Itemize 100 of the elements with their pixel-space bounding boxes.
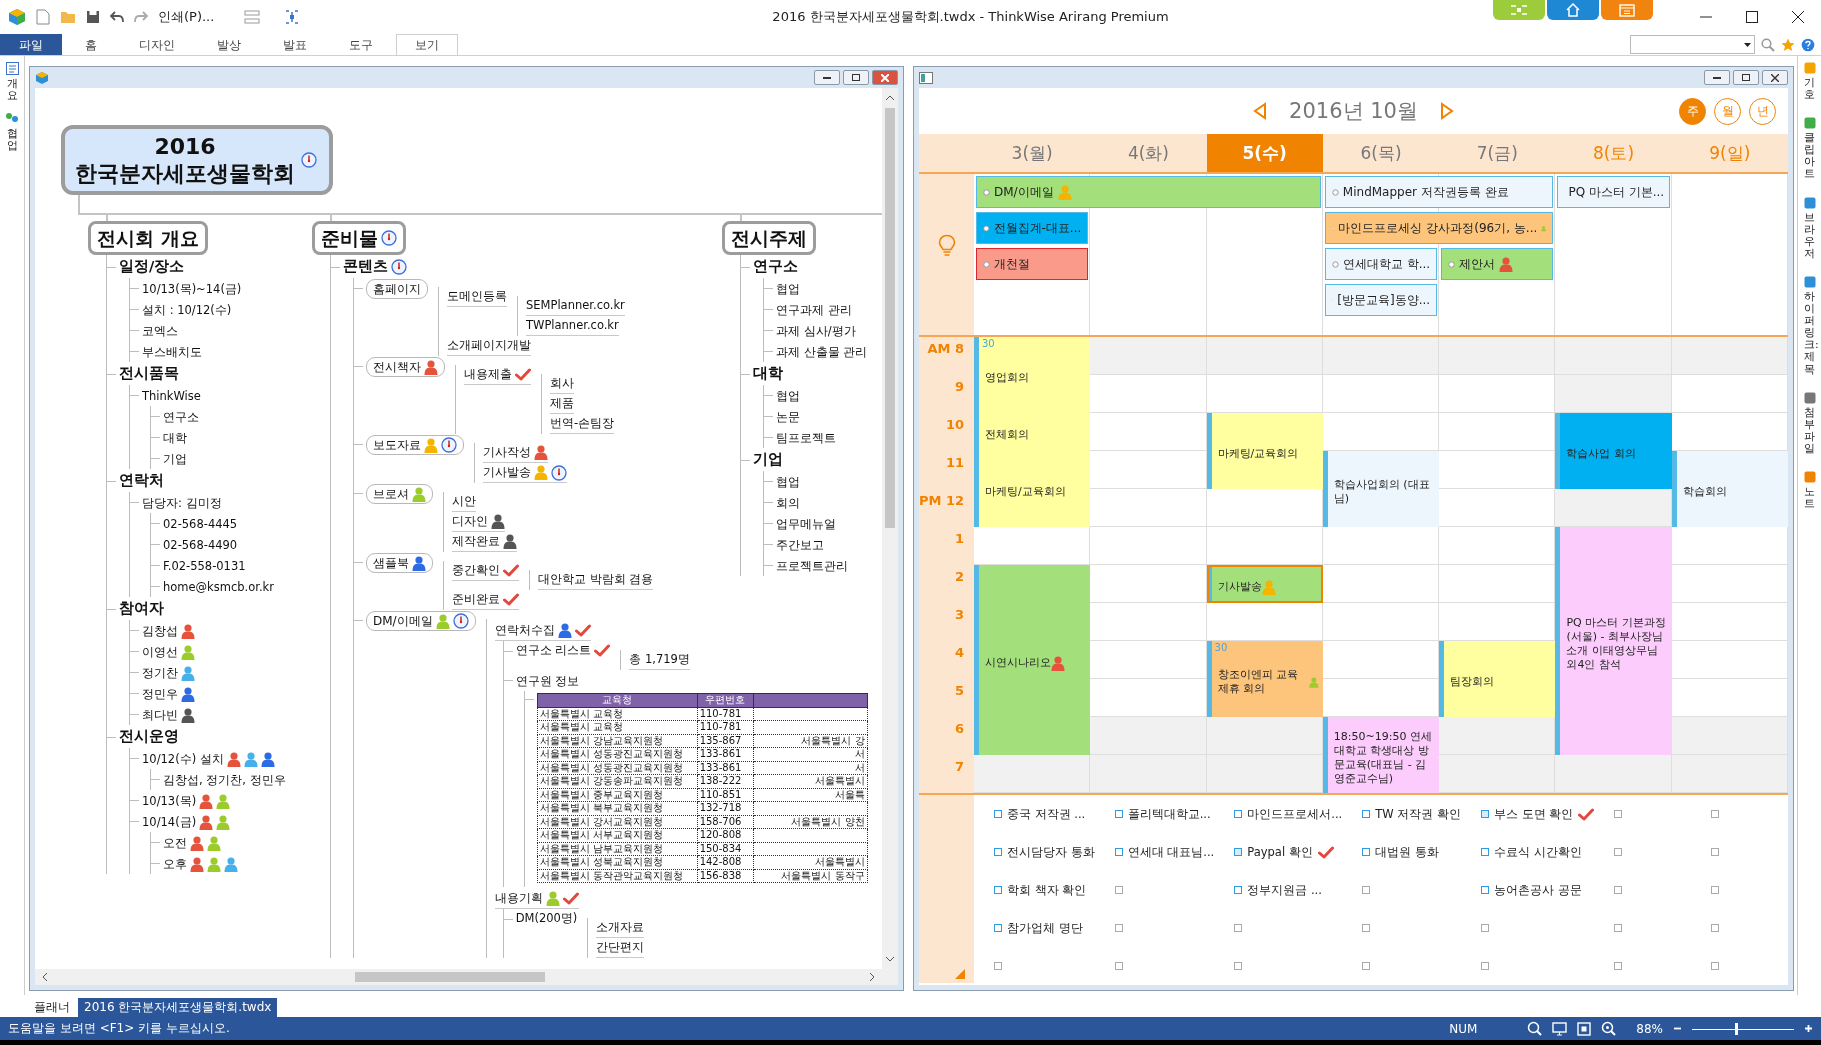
- node-label[interactable]: 과제 심사/평가: [776, 322, 856, 341]
- task-label[interactable]: 중국 저작권 ...: [1007, 806, 1086, 822]
- checkbox-icon[interactable]: [1711, 962, 1720, 970]
- zoom-slider[interactable]: [1692, 1022, 1794, 1035]
- monitor-icon[interactable]: [1552, 1021, 1568, 1036]
- all-day-event[interactable]: MindMapper 저작권등록 완료: [1324, 176, 1554, 208]
- topic-box[interactable]: 준비물: [312, 221, 406, 255]
- node-label[interactable]: 02-568-4445: [163, 515, 238, 534]
- node-label[interactable]: 협업: [776, 387, 800, 406]
- task-label[interactable]: 정부지원금 ...: [1247, 882, 1322, 898]
- node-label[interactable]: 번역-손팀장: [550, 414, 615, 433]
- node-label[interactable]: 연구소 리스트: [515, 641, 592, 660]
- document-tab[interactable]: 2016 한국분자세포생물학회.twdx: [78, 998, 278, 1017]
- node-label[interactable]: 주간보고: [776, 536, 824, 555]
- vertical-scrollbar[interactable]: [882, 88, 898, 969]
- node-label[interactable]: 대학: [163, 429, 187, 448]
- root-box[interactable]: 2016 한국분자세포생물학회: [61, 125, 333, 195]
- calendar-event[interactable]: 학습사업 회의: [1555, 413, 1672, 489]
- node-label[interactable]: 최다빈: [142, 706, 178, 725]
- save-icon[interactable]: [86, 10, 100, 24]
- node-label[interactable]: 일정/장소: [119, 255, 185, 278]
- task-label[interactable]: 대법원 통화: [1375, 844, 1439, 860]
- checkbox-icon[interactable]: [1234, 848, 1243, 856]
- scroll-thumb[interactable]: [355, 972, 545, 982]
- node-label[interactable]: 연구소: [753, 255, 798, 278]
- node-label[interactable]: 콘텐츠: [343, 255, 388, 278]
- node-label[interactable]: 총 1,719명: [629, 650, 690, 669]
- checkbox-icon[interactable]: [1234, 924, 1243, 932]
- node-label[interactable]: 협업: [776, 473, 800, 492]
- node-label[interactable]: 10/13(목)~14(금): [142, 280, 242, 299]
- node-label[interactable]: 정민우: [142, 685, 178, 704]
- arrow-down-icon[interactable]: [886, 955, 894, 963]
- restore-button[interactable]: [843, 70, 869, 85]
- topic-box[interactable]: 전시회 개요: [88, 221, 208, 255]
- checkbox-icon[interactable]: [1114, 962, 1123, 970]
- task-label[interactable]: 부스 도면 확인: [1493, 806, 1574, 822]
- node-label[interactable]: 코엑스: [142, 322, 178, 341]
- side-panel-tab[interactable]: 클립아트: [1803, 117, 1816, 181]
- restore-button[interactable]: [1733, 70, 1759, 85]
- fit-icon[interactable]: [1577, 1021, 1592, 1036]
- arrow-right-icon[interactable]: [868, 973, 876, 981]
- arrow-up-icon[interactable]: [886, 94, 894, 102]
- star-icon[interactable]: [1781, 37, 1795, 52]
- close-button[interactable]: [1762, 70, 1788, 85]
- all-day-event[interactable]: DM/이메일: [976, 176, 1321, 208]
- minimize-button[interactable]: [1704, 70, 1730, 85]
- day-header[interactable]: 7(금): [1439, 134, 1556, 172]
- calendar-event[interactable]: 팀장회의: [1439, 641, 1556, 717]
- calendar-event[interactable]: 18:50~19:50 연세대학교 학생대상 방문교육(대표님 - 김영준교수님): [1322, 717, 1440, 793]
- mindmap-view-button[interactable]: [1493, 0, 1545, 20]
- next-button[interactable]: [1439, 102, 1454, 120]
- node-label[interactable]: DM(200명): [515, 909, 578, 928]
- checkbox-icon[interactable]: [1480, 962, 1489, 970]
- node-label[interactable]: 디자인: [452, 512, 488, 531]
- checkbox-icon[interactable]: [1480, 848, 1489, 856]
- node-label[interactable]: 회사: [550, 374, 574, 393]
- node-label[interactable]: 대학: [753, 362, 783, 385]
- folder-icon[interactable]: [60, 10, 76, 24]
- checkbox-icon[interactable]: [1114, 810, 1123, 818]
- task-label[interactable]: 농어촌공사 공문: [1493, 882, 1582, 898]
- checkbox-icon[interactable]: [1480, 924, 1489, 932]
- checkbox-icon[interactable]: [1362, 848, 1371, 856]
- calendar-event[interactable]: 30 창조이엔피 교육 제휴 회의: [1206, 641, 1323, 717]
- checkbox-icon[interactable]: [1114, 886, 1123, 894]
- node-label[interactable]: 팀프로젝트: [776, 429, 836, 448]
- redo-icon[interactable]: [134, 11, 148, 23]
- node-label[interactable]: 프로젝트관리: [776, 557, 848, 576]
- all-day-event[interactable]: 전월집계-대표...: [976, 212, 1089, 244]
- node-label[interactable]: 10/12(수) 설치: [142, 750, 224, 769]
- node-label[interactable]: SEMPlanner.co.kr: [526, 296, 625, 315]
- node-label[interactable]: F.02-558-0131: [163, 557, 246, 576]
- node-label[interactable]: 소개자료: [596, 918, 645, 937]
- node-label[interactable]: 설치 : 10/12(수): [142, 301, 232, 320]
- all-day-event[interactable]: 마인드프로세싱 강사과정(96기, 농...: [1324, 212, 1554, 244]
- all-day-event[interactable]: 연세대학교 학...: [1324, 248, 1438, 280]
- node-bubble[interactable]: 보도자료: [366, 435, 464, 455]
- calendar-event[interactable]: 학습사업회의 (대표님): [1322, 451, 1440, 527]
- node-label[interactable]: 회의: [776, 494, 800, 513]
- slider-thumb[interactable]: [1734, 1022, 1738, 1035]
- checkbox-icon[interactable]: [994, 924, 1002, 932]
- node-label[interactable]: 소개페이지개발: [447, 336, 531, 355]
- node-label[interactable]: ThinkWise: [142, 387, 201, 406]
- node-bubble[interactable]: 홈페이지: [366, 279, 428, 299]
- checkbox-icon[interactable]: [1362, 962, 1371, 970]
- ribbon-tab[interactable]: 보기: [396, 34, 458, 55]
- node-label[interactable]: 기업: [163, 450, 187, 469]
- node-label[interactable]: 시안: [452, 492, 476, 511]
- node-bubble[interactable]: 전시책자: [366, 357, 445, 377]
- calendar-event[interactable]: 30 영업회의: [974, 337, 1091, 413]
- arrow-left-icon[interactable]: [41, 973, 49, 981]
- previous-button[interactable]: [1253, 102, 1268, 120]
- all-day-event[interactable]: 제안서: [1441, 248, 1554, 280]
- side-panel-tab[interactable]: 첨부파일: [1803, 391, 1816, 455]
- node-label[interactable]: 02-568-4490: [163, 536, 238, 555]
- calendar-view-button[interactable]: [1601, 0, 1653, 20]
- node-label[interactable]: 기사작성: [483, 443, 531, 462]
- node-label[interactable]: 전시품목: [119, 362, 179, 385]
- checkbox-icon[interactable]: [1614, 848, 1623, 856]
- node-label[interactable]: 전시운영: [119, 725, 179, 748]
- node-label[interactable]: home@ksmcb.or.kr: [163, 578, 274, 597]
